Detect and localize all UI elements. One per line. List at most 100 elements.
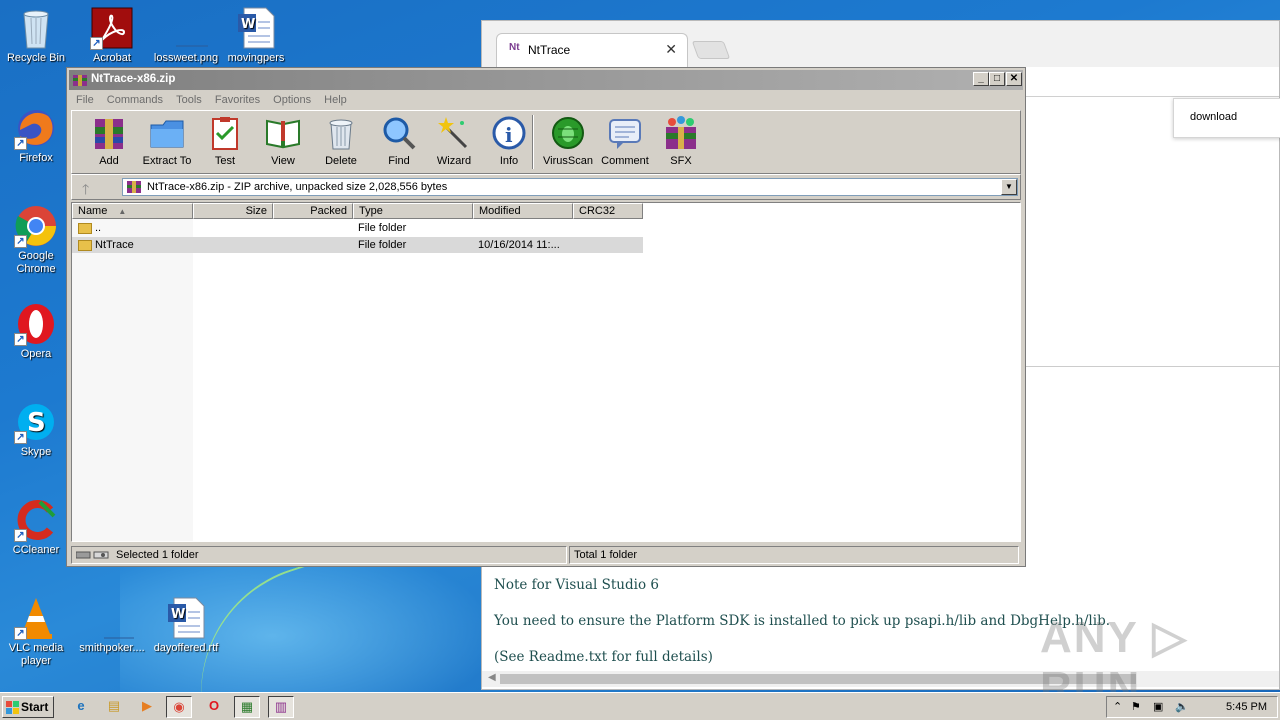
add-button[interactable]: Add — [80, 115, 138, 167]
comment-label: Comment — [601, 155, 649, 167]
desktop-icon-dayoffered[interactable]: W dayoffered.rtf — [150, 596, 222, 655]
test-button[interactable]: Test — [196, 115, 254, 167]
status-right-text: Total 1 folder — [574, 549, 637, 561]
action-center-flag-icon[interactable]: ⚑ — [1131, 700, 1141, 713]
taskbar-chrome-icon[interactable]: ◉ — [166, 696, 192, 718]
desktop-icon-label: movingpers — [227, 52, 285, 64]
taskbar-explorer-icon[interactable]: ▤ — [101, 696, 127, 718]
maximize-button[interactable]: □ — [989, 72, 1005, 86]
desktop-icon-label: Firefox — [19, 152, 53, 164]
cell-name: NtTrace — [95, 239, 134, 251]
menu-favorites[interactable]: Favorites — [210, 92, 265, 108]
shortcut-arrow-icon: ↗ — [14, 235, 27, 248]
svg-text:S: S — [27, 408, 46, 438]
taskbar-ie-icon[interactable]: e — [68, 696, 94, 718]
menu-help[interactable]: Help — [319, 92, 352, 108]
start-label: Start — [21, 700, 49, 714]
column-header-type[interactable]: Type — [353, 203, 473, 219]
download-popup[interactable]: download — [1173, 98, 1280, 138]
close-button[interactable]: ✕ — [1006, 72, 1022, 86]
table-row[interactable]: NtTrace File folder 10/16/2014 11:... — [72, 237, 643, 253]
word-document-icon: W — [234, 6, 278, 50]
taskbar-opera-icon[interactable]: O — [201, 696, 227, 718]
column-header-size[interactable]: Size — [193, 203, 273, 219]
info-button[interactable]: i Info — [480, 115, 538, 167]
svg-text:i: i — [505, 123, 513, 147]
shortcut-arrow-icon: ↗ — [14, 627, 27, 640]
new-tab-button[interactable] — [691, 41, 731, 59]
extract-to-button[interactable]: Extract To — [138, 115, 196, 167]
chevron-down-icon[interactable]: ▼ — [1001, 179, 1017, 195]
content-line: Note for Visual Studio 6 — [494, 577, 659, 593]
shortcut-arrow-icon: ↗ — [14, 333, 27, 346]
shortcut-arrow-icon: ↗ — [90, 37, 103, 50]
show-hidden-icons-icon[interactable]: ⌃ — [1113, 700, 1122, 713]
find-button[interactable]: Find — [370, 115, 428, 167]
menu-commands[interactable]: Commands — [102, 92, 168, 108]
drive-icon[interactable] — [75, 549, 110, 559]
up-one-level-icon[interactable]: 🡑 — [82, 179, 89, 203]
desktop-icon-lossweet[interactable]: lossweet.png — [150, 6, 222, 65]
window-titlebar[interactable]: NtTrace-x86.zip _ □ ✕ — [69, 70, 1023, 90]
menu-options[interactable]: Options — [268, 92, 316, 108]
path-dropdown[interactable]: NtTrace-x86.zip - ZIP archive, unpacked … — [122, 178, 1018, 196]
virusscan-label: VirusScan — [543, 155, 593, 167]
image-file-icon — [164, 6, 208, 50]
minimize-button[interactable]: _ — [973, 72, 989, 86]
column-header-name[interactable]: Name ▲ — [72, 203, 193, 219]
windows-logo-icon — [6, 700, 19, 714]
cell-type: File folder — [358, 222, 407, 234]
info-label: Info — [499, 155, 519, 167]
desktop-icon-chrome[interactable]: ↗ Google Chrome — [0, 204, 72, 276]
start-button[interactable]: Start — [2, 696, 54, 718]
wizard-button[interactable]: Wizard — [425, 115, 483, 167]
desktop-icon-acrobat[interactable]: ↗ Acrobat — [76, 6, 148, 65]
desktop-icon-skype[interactable]: S ↗ Skype — [0, 400, 72, 459]
column-header-crc32[interactable]: CRC32 — [573, 203, 643, 219]
volume-icon[interactable]: 🔈 — [1175, 700, 1189, 713]
toolbar: Add Extract To Test View Delete Find Wiz… — [71, 110, 1021, 174]
desktop-icon-label: Recycle Bin — [6, 52, 66, 64]
shortcut-arrow-icon: ↗ — [14, 529, 27, 542]
info-icon: i — [491, 115, 527, 151]
opera-icon: ↗ — [14, 302, 58, 346]
table-row[interactable]: .. File folder — [72, 220, 643, 236]
taskbar-media-player-icon[interactable]: ▶ — [134, 696, 160, 718]
network-icon[interactable]: ▣ — [1153, 700, 1163, 713]
shortcut-arrow-icon: ↗ — [14, 137, 27, 150]
menu-file[interactable]: File — [71, 92, 99, 108]
close-tab-icon[interactable]: ✕ — [665, 41, 677, 58]
clock[interactable]: 5:45 PM — [1226, 701, 1267, 713]
desktop-icon-smithpoker[interactable]: smithpoker.... — [76, 596, 148, 655]
taskbar-task-manager-icon[interactable]: ▦ — [234, 696, 260, 718]
menu-tools[interactable]: Tools — [171, 92, 207, 108]
extract-to-label: Extract To — [142, 155, 192, 167]
view-button[interactable]: View — [254, 115, 312, 167]
scroll-left-icon[interactable]: ◀ — [488, 672, 496, 683]
sfx-button[interactable]: SFX — [652, 115, 710, 167]
desktop-icon-movingpers[interactable]: W movingpers — [220, 6, 292, 65]
sort-ascending-icon: ▲ — [118, 207, 127, 216]
desktop-icon-ccleaner[interactable]: ↗ CCleaner — [0, 498, 72, 557]
desktop-icon-recycle-bin[interactable]: Recycle Bin — [0, 6, 72, 65]
taskbar-winrar-icon[interactable]: ▥ — [268, 696, 294, 718]
desktop-icon-vlc[interactable]: ↗ VLC media player — [0, 596, 72, 668]
column-header-modified[interactable]: Modified — [473, 203, 573, 219]
find-label: Find — [388, 155, 410, 167]
sfx-label: SFX — [670, 155, 692, 167]
desktop-icon-firefox[interactable]: ↗ Firefox — [0, 106, 72, 165]
delete-button[interactable]: Delete — [312, 115, 370, 167]
comment-button[interactable]: Comment — [596, 115, 654, 167]
browser-tab-nttrace[interactable]: Nt NtTrace ✕ — [496, 33, 688, 67]
desktop-icon-label: Google Chrome — [16, 250, 56, 275]
desktop-icon-label: Acrobat — [93, 52, 131, 64]
download-label[interactable]: download — [1190, 111, 1237, 123]
wizard-label: Wizard — [436, 155, 472, 167]
wizard-icon — [436, 115, 472, 151]
test-icon — [207, 115, 243, 151]
virusscan-button[interactable]: VirusScan — [539, 115, 597, 167]
column-header-packed[interactable]: Packed — [273, 203, 353, 219]
word-document-icon: W — [164, 596, 208, 640]
desktop-icon-opera[interactable]: ↗ Opera — [0, 302, 72, 361]
path-text: NtTrace-x86.zip - ZIP archive, unpacked … — [147, 181, 448, 193]
